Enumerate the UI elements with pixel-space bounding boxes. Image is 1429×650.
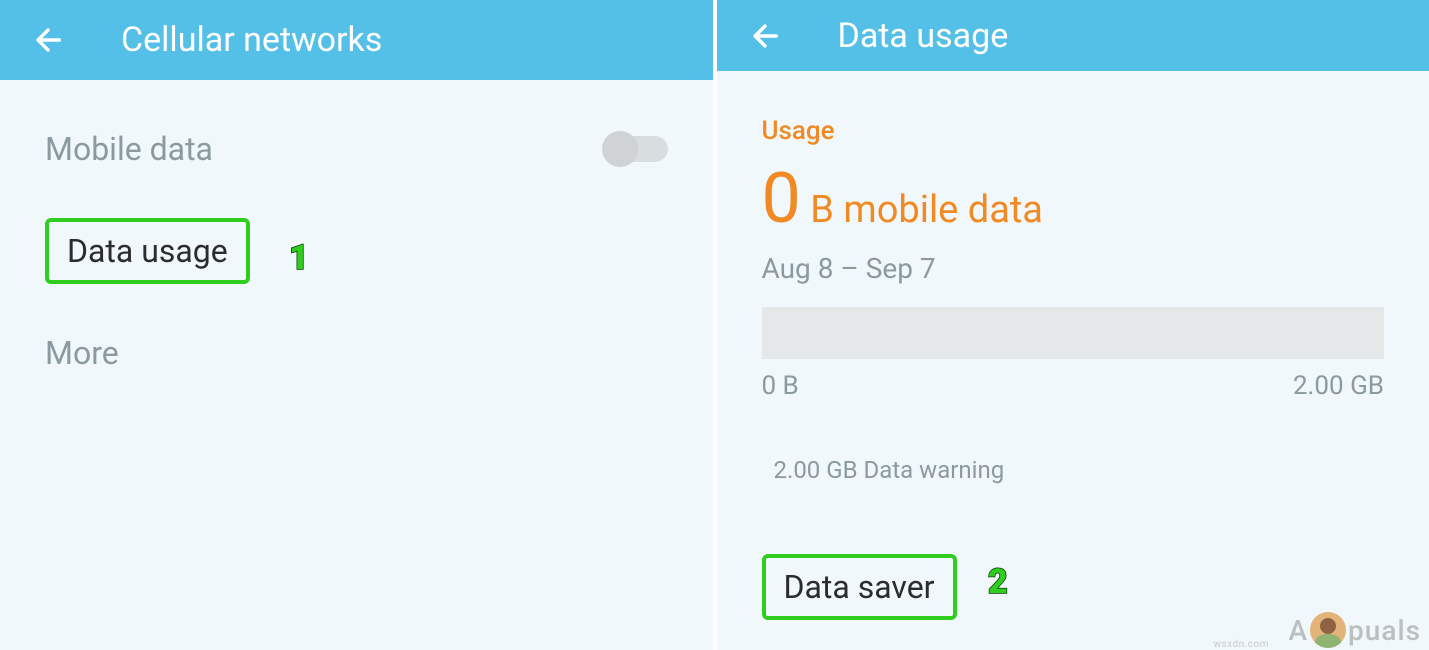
more-label: More [45,334,119,372]
mobile-data-label: Mobile data [45,130,213,168]
watermark-prefix: A [1288,614,1308,647]
data-usage-panel: Data usage Usage 0 B mobile data Aug 8 –… [717,0,1429,650]
content-left: Mobile data Data usage 1 More [0,80,713,650]
bar-min-label: 0 B [762,371,799,401]
date-range: Aug 8 – Sep 7 [762,252,1385,285]
more-row[interactable]: More [45,314,668,392]
header-left: Cellular networks [0,0,713,80]
callout-2-icon: 2 [982,561,1018,603]
usage-bar[interactable] [762,307,1385,359]
callout-1-icon: 1 [279,237,315,279]
bar-labels: 0 B 2.00 GB [762,371,1385,401]
usage-value: 0 B mobile data [762,164,1385,234]
usage-section: Usage 0 B mobile data Aug 8 – Sep 7 0 B … [762,116,1385,620]
svg-text:1: 1 [289,238,309,278]
data-usage-row: Data usage 1 [45,208,668,284]
data-saver-button[interactable]: Data saver [762,554,957,620]
usage-amount-number: 0 [762,158,801,240]
source-tag: wsxdn.com [1213,639,1269,650]
data-saver-row: Data saver 2 [762,544,1385,620]
cellular-networks-panel: Cellular networks Mobile data Data usage… [0,0,717,650]
page-title-left: Cellular networks [121,20,382,60]
watermark: A puals [1288,612,1421,648]
usage-heading: Usage [762,116,1385,146]
svg-text:2: 2 [988,562,1008,602]
back-arrow-icon[interactable] [30,22,66,58]
avatar-icon [1310,612,1346,648]
data-warning-label: 2.00 GB Data warning [762,456,1385,484]
header-right: Data usage [717,0,1429,71]
usage-amount-unit: B mobile data [801,188,1043,232]
content-right: Usage 0 B mobile data Aug 8 – Sep 7 0 B … [717,71,1429,650]
mobile-data-row[interactable]: Mobile data [45,110,668,188]
back-arrow-icon[interactable] [747,18,783,54]
bar-max-label: 2.00 GB [1293,371,1384,401]
watermark-suffix: puals [1348,614,1421,647]
mobile-data-toggle[interactable] [606,136,668,162]
data-usage-button[interactable]: Data usage [45,218,250,284]
page-title-right: Data usage [838,16,1009,56]
